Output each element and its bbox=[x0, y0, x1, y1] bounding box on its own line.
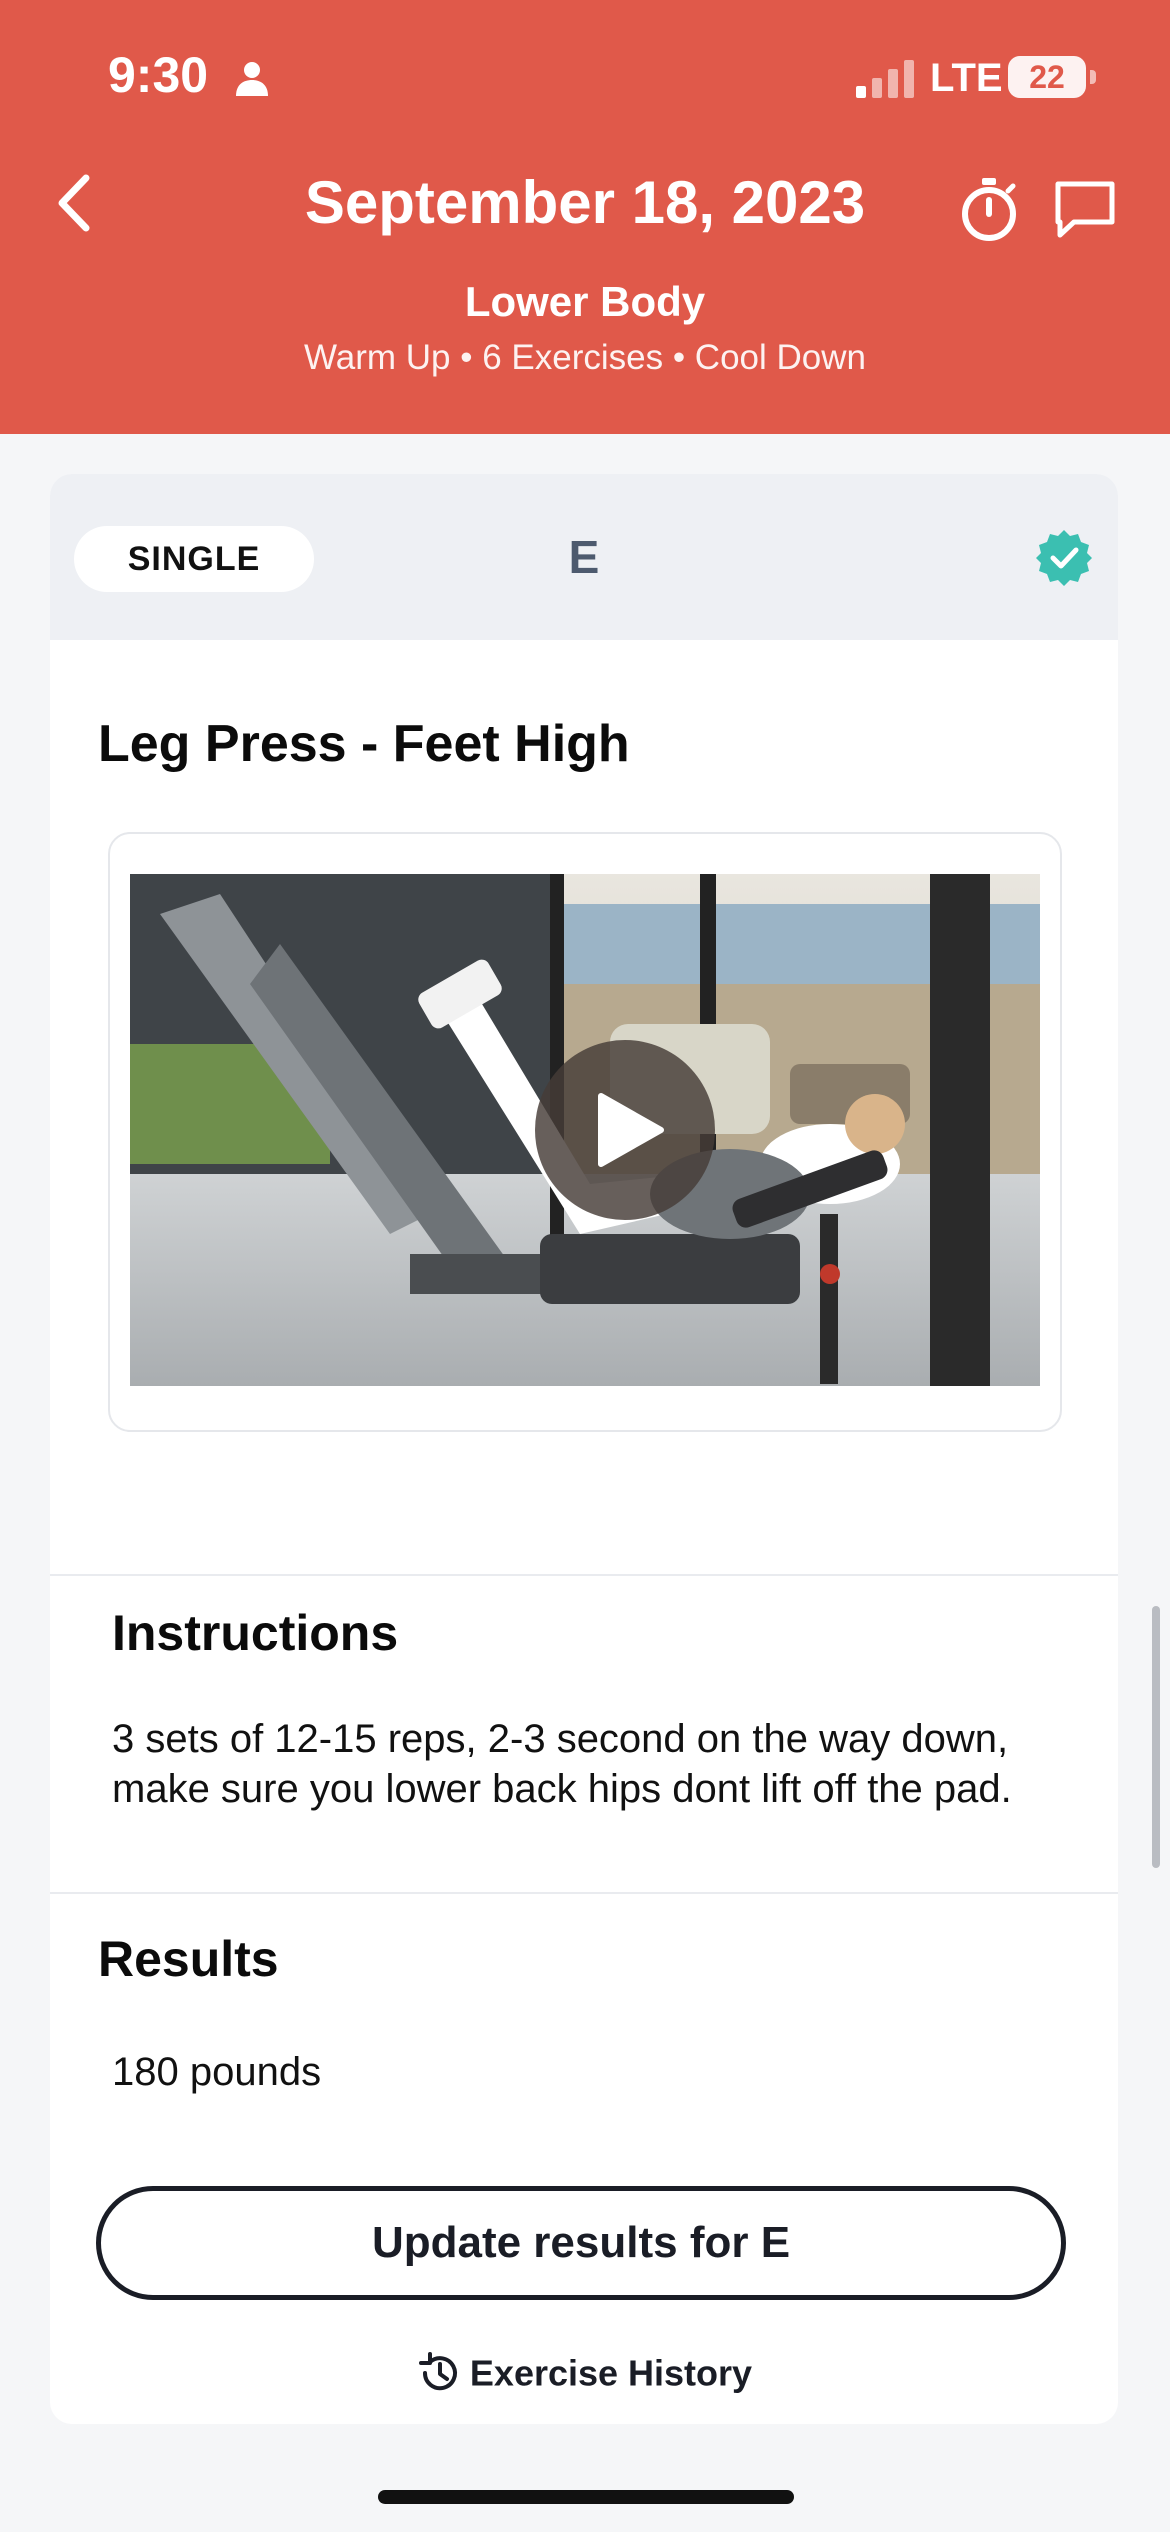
status-time: 9:30 bbox=[108, 47, 209, 103]
instructions-text: 3 sets of 12-15 reps, 2-3 second on the … bbox=[112, 1717, 1012, 1811]
battery-nub bbox=[1090, 70, 1096, 84]
network-type: LTE bbox=[930, 56, 1003, 100]
workout-header: 9:30 LTE 22 September 18, 2023 Lower Bod… bbox=[0, 0, 1170, 434]
divider bbox=[50, 1574, 1118, 1576]
results-heading: Results bbox=[98, 1931, 279, 1987]
completed-check-icon bbox=[1036, 530, 1092, 586]
play-icon bbox=[598, 1093, 664, 1167]
history-icon bbox=[418, 2352, 457, 2391]
chat-icon[interactable] bbox=[1052, 178, 1118, 240]
battery-icon: 22 bbox=[1008, 56, 1086, 98]
exercise-letter: E bbox=[568, 531, 600, 583]
home-indicator[interactable] bbox=[378, 2490, 794, 2504]
results-value: 180 pounds bbox=[112, 2050, 322, 2094]
update-results-button[interactable]: Update results for E bbox=[96, 2186, 1066, 2300]
exercise-history-label: Exercise History bbox=[469, 2352, 753, 2394]
workout-name: Lower Body bbox=[464, 278, 706, 325]
workout-summary: Warm Up • 6 Exercises • Cool Down bbox=[304, 338, 866, 377]
signal-icon bbox=[856, 60, 914, 98]
battery-level: 22 bbox=[1029, 59, 1065, 95]
exercise-card: SINGLE E Leg Press - Feet High Instructi… bbox=[50, 474, 1118, 2424]
exercise-video-card bbox=[108, 832, 1062, 1432]
scrollbar[interactable] bbox=[1152, 1606, 1160, 1868]
exercise-video[interactable] bbox=[130, 874, 1040, 1386]
instructions-heading: Instructions bbox=[112, 1605, 399, 1661]
play-button[interactable] bbox=[535, 1040, 715, 1220]
exercise-title: Leg Press - Feet High bbox=[98, 715, 630, 773]
stopwatch-icon[interactable] bbox=[958, 176, 1020, 242]
exercise-card-header: SINGLE E bbox=[50, 474, 1118, 640]
divider bbox=[50, 1892, 1118, 1894]
person-icon bbox=[236, 62, 268, 96]
exercise-history-link[interactable]: Exercise History bbox=[50, 2352, 1118, 2400]
